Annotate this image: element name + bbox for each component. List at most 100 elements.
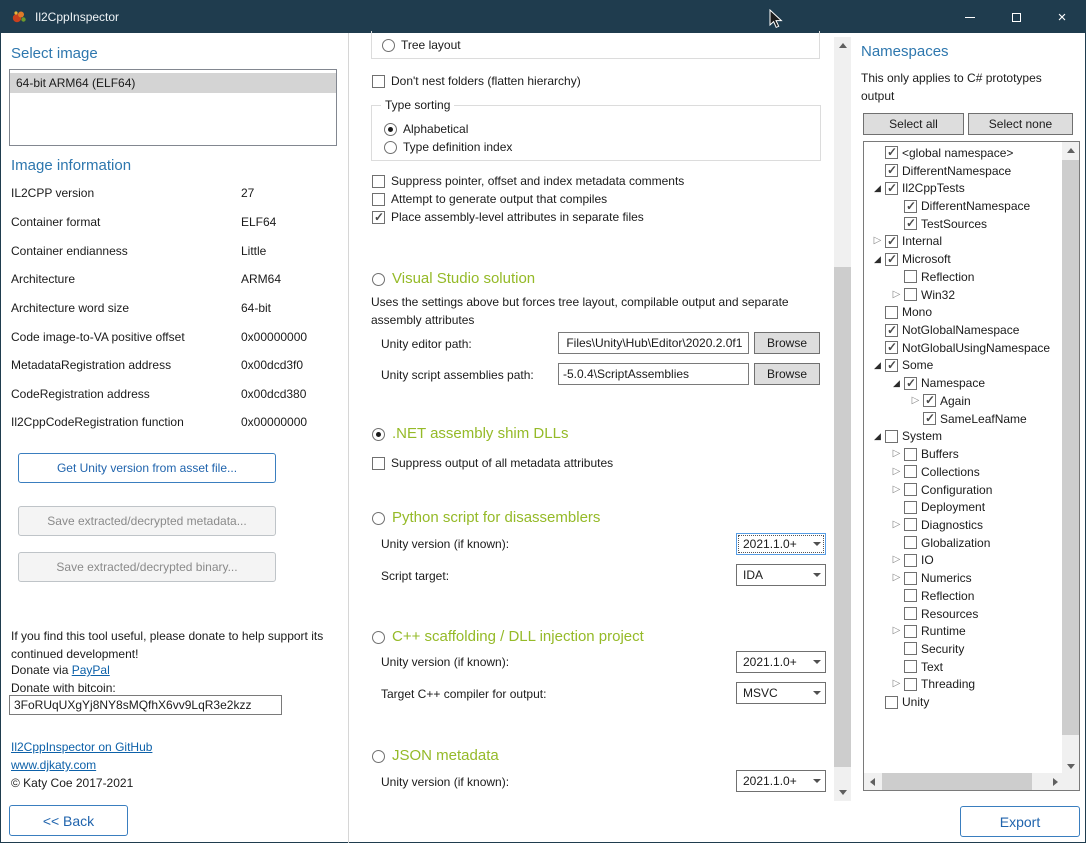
- namespace-item[interactable]: Deployment: [864, 498, 1062, 516]
- namespace-checkbox[interactable]: [904, 572, 917, 585]
- namespace-checkbox[interactable]: [904, 288, 917, 301]
- namespace-item[interactable]: SameLeafName: [864, 410, 1062, 428]
- expand-icon[interactable]: ▷: [889, 520, 904, 530]
- namespace-item[interactable]: Text: [864, 658, 1062, 676]
- namespace-item[interactable]: Security: [864, 640, 1062, 658]
- namespace-item[interactable]: ▷IO: [864, 552, 1062, 570]
- namespace-item[interactable]: Unity: [864, 693, 1062, 711]
- expand-icon[interactable]: ▷: [889, 290, 904, 300]
- namespace-item[interactable]: ◢Microsoft: [864, 250, 1062, 268]
- namespace-checkbox[interactable]: [885, 341, 898, 354]
- tree-scroll-left-button[interactable]: [864, 773, 881, 790]
- namespace-checkbox[interactable]: [885, 359, 898, 372]
- namespace-checkbox[interactable]: [904, 589, 917, 602]
- collapse-icon[interactable]: ◢: [870, 184, 885, 193]
- tree-scroll-up-button[interactable]: [1062, 142, 1079, 159]
- namespace-checkbox[interactable]: [904, 554, 917, 567]
- expand-icon[interactable]: ▷: [889, 679, 904, 689]
- namespace-item[interactable]: ◢Namespace: [864, 374, 1062, 392]
- expand-icon[interactable]: ▷: [889, 485, 904, 495]
- namespace-item[interactable]: ▷ Threading: [864, 676, 1062, 694]
- namespace-checkbox[interactable]: [885, 696, 898, 709]
- namespace-item[interactable]: ◢Il2CppTests: [864, 179, 1062, 197]
- namespace-item[interactable]: ▷Diagnostics: [864, 516, 1062, 534]
- export-button[interactable]: Export: [960, 806, 1080, 837]
- namespace-checkbox[interactable]: [885, 306, 898, 319]
- namespace-item[interactable]: Mono: [864, 303, 1062, 321]
- namespace-checkbox[interactable]: [904, 536, 917, 549]
- namespace-checkbox[interactable]: [904, 465, 917, 478]
- tree-hscrollbar-thumb[interactable]: [882, 773, 1032, 790]
- namespace-item[interactable]: <global namespace>: [864, 144, 1062, 162]
- namespace-item[interactable]: ▷Again: [864, 392, 1062, 410]
- namespace-checkbox[interactable]: [904, 678, 917, 691]
- expand-icon[interactable]: ▷: [870, 236, 885, 246]
- tree-horizontal-scrollbar[interactable]: [864, 773, 1064, 790]
- namespace-item[interactable]: ▷Collections: [864, 463, 1062, 481]
- namespace-item[interactable]: ▷Numerics: [864, 569, 1062, 587]
- select-none-button[interactable]: Select none: [968, 113, 1073, 135]
- namespace-checkbox[interactable]: [904, 377, 917, 390]
- namespace-item[interactable]: Resources: [864, 605, 1062, 623]
- namespaces-panel: Namespaces This only applies to C# proto…: [1, 1, 1085, 842]
- namespace-checkbox[interactable]: [904, 270, 917, 283]
- namespace-checkbox[interactable]: [885, 182, 898, 195]
- namespace-label: Text: [921, 660, 943, 674]
- scroll-left-icon: [870, 778, 875, 786]
- namespace-checkbox[interactable]: [885, 430, 898, 443]
- namespace-checkbox[interactable]: [904, 642, 917, 655]
- namespace-label: Security: [921, 642, 964, 656]
- namespace-item[interactable]: DifferentNamespace: [864, 162, 1062, 180]
- namespace-label: Threading: [921, 677, 975, 691]
- namespace-checkbox[interactable]: [923, 394, 936, 407]
- namespace-label: System: [902, 429, 942, 443]
- collapse-icon[interactable]: ◢: [889, 379, 904, 388]
- expand-icon[interactable]: ▷: [889, 626, 904, 636]
- namespace-label: Some: [902, 358, 933, 372]
- namespace-checkbox[interactable]: [904, 625, 917, 638]
- namespace-checkbox[interactable]: [885, 324, 898, 337]
- namespace-checkbox[interactable]: [904, 518, 917, 531]
- namespace-checkbox[interactable]: [885, 146, 898, 159]
- namespace-item[interactable]: NotGlobalNamespace: [864, 321, 1062, 339]
- namespace-item[interactable]: TestSources: [864, 215, 1062, 233]
- namespace-checkbox[interactable]: [904, 200, 917, 213]
- expand-icon[interactable]: ▷: [889, 555, 904, 565]
- namespace-checkbox[interactable]: [904, 217, 917, 230]
- namespace-checkbox[interactable]: [904, 483, 917, 496]
- collapse-icon[interactable]: ◢: [870, 432, 885, 441]
- namespace-checkbox[interactable]: [904, 660, 917, 673]
- namespace-item[interactable]: ◢ Some: [864, 357, 1062, 375]
- namespace-checkbox[interactable]: [904, 501, 917, 514]
- collapse-icon[interactable]: ◢: [870, 361, 885, 370]
- namespace-label: Buffers: [921, 447, 959, 461]
- namespace-item[interactable]: ▷Configuration: [864, 481, 1062, 499]
- tree-vertical-scrollbar[interactable]: [1062, 142, 1079, 775]
- namespace-item[interactable]: Reflection: [864, 268, 1062, 286]
- namespace-item[interactable]: ◢ System: [864, 428, 1062, 446]
- namespace-checkbox[interactable]: [923, 412, 936, 425]
- namespace-checkbox[interactable]: [885, 235, 898, 248]
- namespace-item[interactable]: ▷Runtime: [864, 622, 1062, 640]
- namespace-checkbox[interactable]: [904, 448, 917, 461]
- namespace-item[interactable]: Reflection: [864, 587, 1062, 605]
- namespace-item[interactable]: ▷ Buffers: [864, 445, 1062, 463]
- namespace-label: Resources: [921, 607, 978, 621]
- namespace-label: NotGlobalNamespace: [902, 323, 1019, 337]
- collapse-icon[interactable]: ◢: [870, 255, 885, 264]
- namespace-item[interactable]: NotGlobalUsingNamespace: [864, 339, 1062, 357]
- namespace-checkbox[interactable]: [885, 253, 898, 266]
- tree-scrollbar-thumb[interactable]: [1062, 160, 1079, 735]
- expand-icon[interactable]: ▷: [889, 449, 904, 459]
- namespace-checkbox[interactable]: [904, 607, 917, 620]
- expand-icon[interactable]: ▷: [889, 573, 904, 583]
- namespace-checkbox[interactable]: [885, 164, 898, 177]
- namespace-item[interactable]: ▷Internal: [864, 233, 1062, 251]
- namespace-item[interactable]: ▷Win32: [864, 286, 1062, 304]
- namespace-item[interactable]: Globalization: [864, 534, 1062, 552]
- expand-icon[interactable]: ▷: [908, 396, 923, 406]
- expand-icon[interactable]: ▷: [889, 467, 904, 477]
- namespace-item[interactable]: DifferentNamespace: [864, 197, 1062, 215]
- scroll-down-icon: [1067, 764, 1075, 769]
- select-all-button[interactable]: Select all: [863, 113, 964, 135]
